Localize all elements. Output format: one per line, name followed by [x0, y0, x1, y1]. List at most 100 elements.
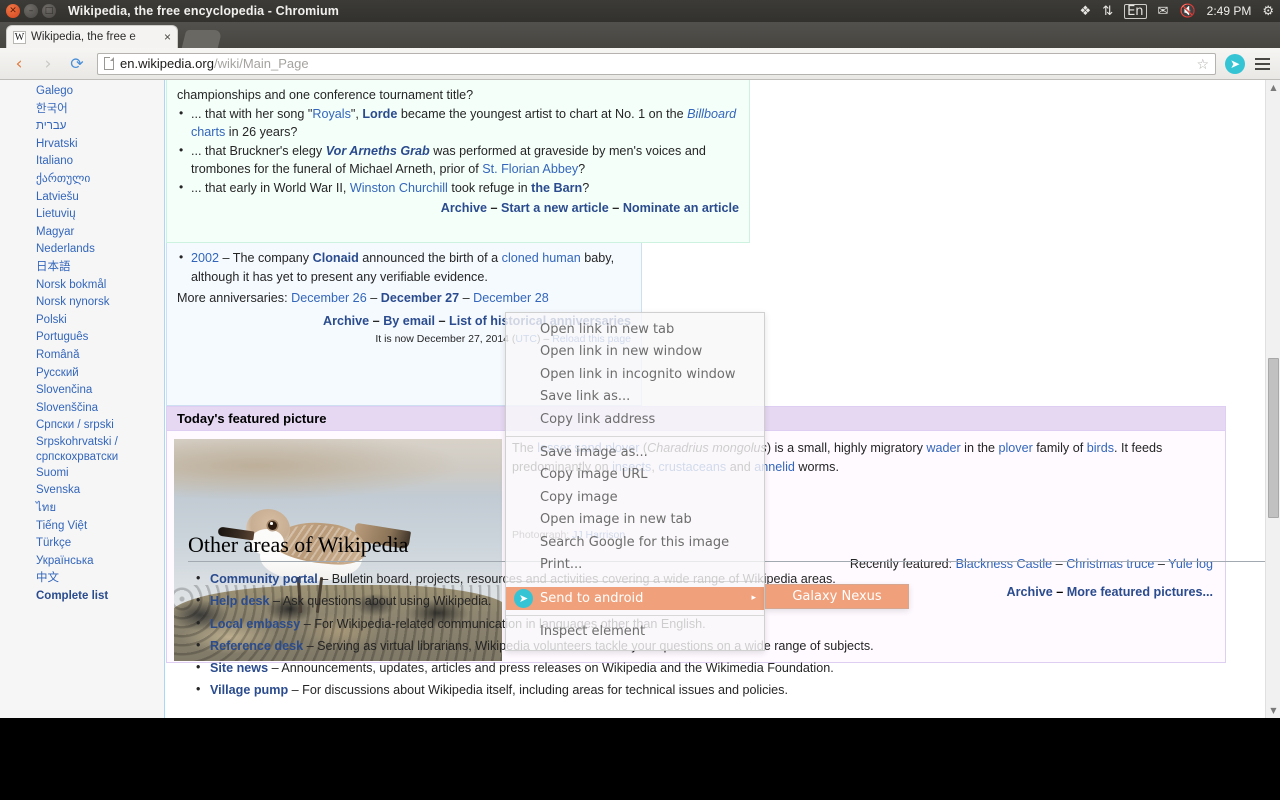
menu-item[interactable]: Open image in new tab: [506, 509, 764, 531]
context-menu[interactable]: Open link in new tab Open link in new win…: [505, 312, 765, 651]
clock[interactable]: 2:49 PM: [1207, 5, 1252, 17]
other-area-link[interactable]: Local embassy: [210, 617, 300, 631]
vertical-scrollbar[interactable]: ▲ ▼: [1265, 80, 1280, 718]
menu-item-send-to-android[interactable]: ➤ Send to android ▸: [506, 587, 764, 611]
sidebar-language-item[interactable]: Nederlands: [36, 241, 164, 259]
browser-tab[interactable]: W Wikipedia, the free e ×: [6, 25, 178, 48]
mail-icon[interactable]: ✉: [1158, 5, 1169, 18]
otd-byemail-link[interactable]: By email: [383, 314, 435, 328]
minimize-icon[interactable]: –: [24, 4, 38, 18]
telegram-extension-icon[interactable]: ➤: [1225, 53, 1245, 74]
menu-item[interactable]: Open link in new tab: [506, 319, 764, 341]
other-area-link[interactable]: Reference desk: [210, 639, 303, 653]
menu-item[interactable]: Copy link address: [506, 409, 764, 431]
menu-item[interactable]: Inspect element: [506, 621, 764, 643]
other-area-link[interactable]: Village pump: [210, 683, 288, 697]
sidebar-language-item[interactable]: Slovenčina: [36, 382, 164, 400]
sidebar-language-item[interactable]: Norsk nynorsk: [36, 294, 164, 312]
dropbox-icon[interactable]: ❖: [1080, 5, 1092, 18]
tab-close-icon[interactable]: ×: [164, 30, 171, 44]
menu-item-galaxy-nexus[interactable]: Galaxy Nexus: [766, 585, 908, 608]
sidebar-language-item[interactable]: עברית: [36, 118, 164, 136]
lorde-link[interactable]: Lorde: [362, 107, 397, 121]
sidebar-language-item[interactable]: 한국어: [36, 101, 164, 119]
sidebar-language-item[interactable]: Suomi: [36, 465, 164, 483]
menu-item[interactable]: Print...: [506, 554, 764, 576]
otd-year-link[interactable]: 2002: [191, 251, 219, 265]
maximize-icon[interactable]: □: [42, 4, 56, 18]
sidebar-language-item[interactable]: Polski: [36, 312, 164, 330]
menu-item[interactable]: Save link as...: [506, 386, 764, 408]
network-icon[interactable]: ⇅: [1102, 5, 1113, 18]
date-link-current[interactable]: December 27: [381, 291, 459, 305]
menu-item[interactable]: Open link in incognito window: [506, 364, 764, 386]
other-area-link[interactable]: Help desk: [210, 594, 270, 608]
reload-icon[interactable]: ⟳: [64, 51, 90, 77]
sidebar-language-item[interactable]: Complete list: [36, 588, 164, 606]
date-link-prev[interactable]: December 26: [291, 291, 367, 305]
keyboard-layout-icon[interactable]: En: [1124, 3, 1147, 19]
sidebar-language-item[interactable]: Türkçe: [36, 535, 164, 553]
list-item: Site news – Announcements, updates, arti…: [188, 656, 1265, 679]
sidebar-language-item[interactable]: Українська: [36, 553, 164, 571]
sidebar-language-item[interactable]: Galego: [36, 83, 164, 101]
sidebar-language-item[interactable]: Hrvatski: [36, 136, 164, 154]
new-tab-button[interactable]: [181, 30, 223, 48]
birds-link[interactable]: birds: [1087, 441, 1114, 455]
volume-muted-icon[interactable]: 🔇: [1179, 5, 1195, 18]
sidebar-language-item[interactable]: Русский: [36, 365, 164, 383]
sidebar-language-item[interactable]: Magyar: [36, 224, 164, 242]
menu-item[interactable]: Open link in new window: [506, 341, 764, 363]
dyk-archive-link[interactable]: Archive: [441, 201, 487, 215]
menu-item[interactable]: Copy image: [506, 487, 764, 509]
sidebar-language-item[interactable]: ქართული: [36, 171, 164, 189]
more-anniversaries-label: More anniversaries:: [177, 291, 292, 305]
sidebar-language-item[interactable]: Tiếng Việt: [36, 518, 164, 536]
back-arrow-icon[interactable]: ‹: [6, 51, 32, 77]
wader-link[interactable]: wader: [926, 441, 960, 455]
sidebar-language-item[interactable]: Latviešu: [36, 189, 164, 207]
date-link-next[interactable]: December 28: [473, 291, 549, 305]
scroll-up-arrow-icon[interactable]: ▲: [1266, 80, 1280, 95]
dyk-nominate-link[interactable]: Nominate an article: [623, 201, 739, 215]
charts-link[interactable]: charts: [191, 125, 225, 139]
menu-item[interactable]: Copy image URL: [506, 464, 764, 486]
plover-link[interactable]: plover: [999, 441, 1033, 455]
otd-clonaid-link[interactable]: Clonaid: [313, 251, 359, 265]
address-bar[interactable]: en.wikipedia.org/wiki/Main_Page ☆: [97, 52, 1216, 75]
sidebar-language-item[interactable]: Slovenščina: [36, 400, 164, 418]
other-area-link[interactable]: Community portal: [210, 572, 318, 586]
the-barn-link[interactable]: the Barn: [531, 181, 582, 195]
close-icon[interactable]: ✕: [6, 4, 20, 18]
bookmark-star-icon[interactable]: ☆: [1196, 57, 1209, 73]
winston-churchill-link[interactable]: Winston Churchill: [350, 181, 448, 195]
sidebar-language-item[interactable]: 中文: [36, 570, 164, 588]
scroll-down-arrow-icon[interactable]: ▼: [1266, 703, 1280, 718]
st-florian-abbey-link[interactable]: St. Florian Abbey: [482, 162, 578, 176]
sidebar-language-item[interactable]: Norsk bokmål: [36, 277, 164, 295]
otd-cloned-human-link[interactable]: cloned human: [502, 251, 581, 265]
sidebar-language-item[interactable]: ไทย: [36, 500, 164, 518]
page-info-icon[interactable]: [104, 57, 114, 70]
sidebar-language-item[interactable]: 日本語: [36, 259, 164, 277]
other-area-link[interactable]: Site news: [210, 661, 268, 675]
vor-arneths-grab-link[interactable]: Vor Arneths Grab: [326, 144, 430, 158]
gear-icon[interactable]: ⚙: [1262, 5, 1274, 18]
context-submenu-android-devices[interactable]: Galaxy Nexus: [765, 584, 909, 609]
royals-link[interactable]: Royals: [312, 107, 351, 121]
billboard-link[interactable]: Billboard: [687, 107, 736, 121]
sidebar-language-item[interactable]: Svenska: [36, 482, 164, 500]
scrollbar-thumb[interactable]: [1268, 358, 1279, 518]
sidebar-language-item[interactable]: Português: [36, 329, 164, 347]
sidebar-language-item[interactable]: Lietuvių: [36, 206, 164, 224]
sidebar-language-item[interactable]: Italiano: [36, 153, 164, 171]
forward-arrow-icon[interactable]: ›: [35, 51, 61, 77]
menu-item[interactable]: Search Google for this image: [506, 532, 764, 554]
sidebar-language-item[interactable]: Română: [36, 347, 164, 365]
otd-archive-link[interactable]: Archive: [323, 314, 369, 328]
sidebar-language-item[interactable]: Srpskohrvatski / српскохрватски: [36, 435, 164, 465]
sidebar-language-item[interactable]: Српски / srpski: [36, 417, 164, 435]
chrome-menu-icon[interactable]: [1250, 52, 1274, 76]
menu-item[interactable]: Save image as...: [506, 442, 764, 464]
dyk-start-article-link[interactable]: Start a new article: [501, 201, 609, 215]
